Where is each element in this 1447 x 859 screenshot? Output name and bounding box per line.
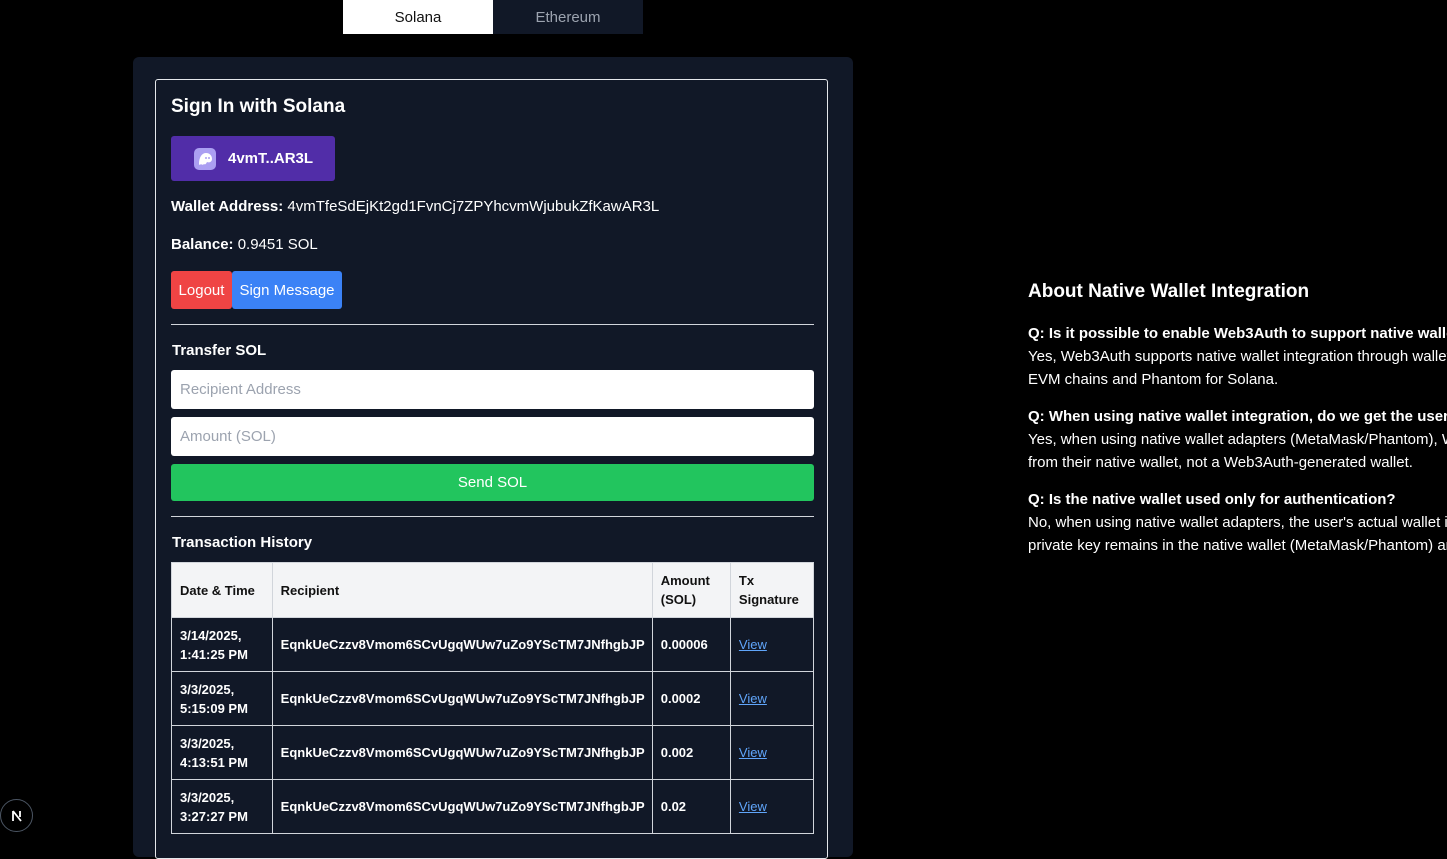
column-header-recipient: Recipient — [271, 562, 653, 618]
divider — [171, 516, 814, 517]
recipient-address-input[interactable] — [171, 370, 814, 409]
wallet-connect-button[interactable]: 4vmT..AR3L — [171, 136, 335, 181]
tx-recipient: EqnkUeCzzv8Vmom6SCvUgqWUw7uZo9YScTM7JNfh… — [271, 725, 653, 780]
logout-button[interactable]: Logout — [171, 271, 232, 309]
tx-signature-cell: View — [729, 725, 815, 780]
wallet-address-value: 4vmTfeSdEjKt2gd1FvnCj7ZPYhcvmWjubukZfKaw… — [287, 198, 660, 215]
view-tx-link[interactable]: View — [739, 799, 767, 814]
wallet-button-label: 4vmT..AR3L — [228, 150, 314, 167]
table-header-row: Date & Time Recipient Amount (SOL) Tx Si… — [171, 562, 815, 618]
tx-date: 3/14/2025, 1:41:25 PM — [171, 617, 273, 672]
tx-amount: 0.00006 — [651, 617, 731, 672]
card-title: Sign In with Solana — [171, 96, 346, 117]
transfer-title: Transfer SOL — [172, 342, 267, 359]
balance-label: Balance: — [171, 236, 234, 253]
table-row: 3/3/2025, 5:15:09 PM EqnkUeCzzv8Vmom6SCv… — [171, 671, 815, 726]
faq-answer-line: private key remains in the native wallet… — [1028, 537, 1447, 554]
faq-question: Q: When using native wallet integration,… — [1028, 408, 1447, 425]
faq-answer-line: from their native wallet, not a Web3Auth… — [1028, 454, 1413, 471]
table-row: 3/14/2025, 1:41:25 PM EqnkUeCzzv8Vmom6SC… — [171, 617, 815, 672]
transaction-table: Date & Time Recipient Amount (SOL) Tx Si… — [171, 562, 815, 834]
faq-answer-line: Yes, when using native wallet adapters (… — [1028, 431, 1447, 448]
tx-recipient: EqnkUeCzzv8Vmom6SCvUgqWUw7uZo9YScTM7JNfh… — [271, 671, 653, 726]
view-tx-link[interactable]: View — [739, 637, 767, 652]
tx-signature-cell: View — [729, 671, 815, 726]
tab-solana[interactable]: Solana — [343, 0, 493, 34]
table-row: 3/3/2025, 4:13:51 PM EqnkUeCzzv8Vmom6SCv… — [171, 725, 815, 780]
nextjs-dev-badge[interactable] — [0, 799, 33, 832]
tx-amount: 0.0002 — [651, 671, 731, 726]
faq-item: Q: Is the native wallet used only for au… — [1028, 488, 1447, 557]
sign-message-button[interactable]: Sign Message — [232, 271, 342, 309]
tx-date: 3/3/2025, 3:27:27 PM — [171, 779, 273, 834]
phantom-ghost-icon — [194, 147, 216, 170]
chain-tabs: Solana Ethereum — [343, 0, 643, 34]
transaction-history-title: Transaction History — [172, 534, 313, 551]
faq-item: Q: When using native wallet integration,… — [1028, 405, 1447, 474]
send-sol-button[interactable]: Send SOL — [171, 464, 814, 501]
faq-question: Q: Is it possible to enable Web3Auth to … — [1028, 325, 1447, 342]
balance-line: Balance: 0.9451 SOL — [171, 236, 318, 253]
tx-signature-cell: View — [729, 617, 815, 672]
wallet-address-line: Wallet Address: 4vmTfeSdEjKt2gd1FvnCj7ZP… — [171, 198, 659, 215]
tab-ethereum[interactable]: Ethereum — [493, 0, 643, 34]
column-header-date: Date & Time — [171, 562, 273, 618]
tx-recipient: EqnkUeCzzv8Vmom6SCvUgqWUw7uZo9YScTM7JNfh… — [271, 617, 653, 672]
about-title: About Native Wallet Integration — [1028, 281, 1310, 302]
faq-answer-line: EVM chains and Phantom for Solana. — [1028, 371, 1279, 388]
tx-recipient: EqnkUeCzzv8Vmom6SCvUgqWUw7uZo9YScTM7JNfh… — [271, 779, 653, 834]
amount-input[interactable] — [171, 417, 814, 456]
faq-item: Q: Is it possible to enable Web3Auth to … — [1028, 322, 1447, 391]
tx-signature-cell: View — [729, 779, 815, 834]
column-header-signature: Tx Signature — [729, 562, 815, 618]
view-tx-link[interactable]: View — [739, 691, 767, 706]
about-section: About Native Wallet Integration Q: Is it… — [1028, 281, 1447, 571]
wallet-address-label: Wallet Address: — [171, 198, 284, 215]
tx-date: 3/3/2025, 5:15:09 PM — [171, 671, 273, 726]
balance-value: 0.9451 SOL — [237, 236, 318, 253]
divider — [171, 324, 814, 325]
nextjs-logo-icon — [11, 809, 22, 822]
faq-answer-line: Yes, Web3Auth supports native wallet int… — [1028, 348, 1447, 365]
table-row: 3/3/2025, 3:27:27 PM EqnkUeCzzv8Vmom6SCv… — [171, 779, 815, 834]
tx-amount: 0.002 — [651, 725, 731, 780]
faq-answer-line: No, when using native wallet adapters, t… — [1028, 514, 1447, 531]
tx-amount: 0.02 — [651, 779, 731, 834]
view-tx-link[interactable]: View — [739, 745, 767, 760]
tx-date: 3/3/2025, 4:13:51 PM — [171, 725, 273, 780]
faq-question: Q: Is the native wallet used only for au… — [1028, 491, 1396, 508]
column-header-amount: Amount (SOL) — [651, 562, 731, 618]
